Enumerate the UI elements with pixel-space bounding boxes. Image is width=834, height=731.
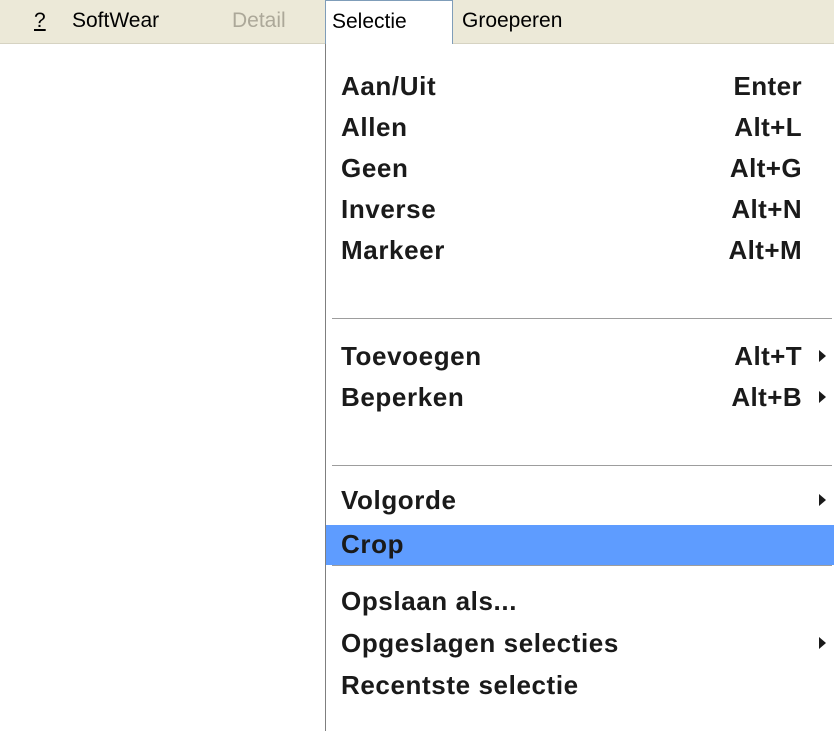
menu-item-shortcut: Alt+G xyxy=(729,153,802,183)
menu-softwear-label: SoftWear xyxy=(72,9,160,32)
menu-item-label: Volgorde xyxy=(341,485,457,515)
menu-item-beperken[interactable]: Beperken Alt+B xyxy=(326,378,834,416)
submenu-arrow-icon xyxy=(819,637,826,649)
menu-detail-label: Detail xyxy=(232,9,286,32)
menu-item-shortcut: Alt+N xyxy=(731,194,802,224)
menu-item-shortcut: Alt+M xyxy=(728,235,802,265)
menu-item-label: Allen xyxy=(341,112,408,142)
menu-item-label: Aan/Uit xyxy=(341,71,437,101)
menu-item-label: Toevoegen xyxy=(341,341,482,371)
menu-item-allen[interactable]: Allen Alt+L xyxy=(326,108,834,146)
menu-item-recentste-selectie[interactable]: Recentste selectie xyxy=(326,666,834,704)
menu-item-label: Crop xyxy=(341,529,405,559)
menu-item-opgeslagen-selecties[interactable]: Opgeslagen selecties xyxy=(326,624,834,662)
menu-softwear[interactable]: SoftWear xyxy=(72,0,159,44)
menu-detail[interactable]: Detail xyxy=(232,0,286,44)
submenu-arrow-icon xyxy=(819,350,826,362)
menu-item-aan-uit[interactable]: Aan/Uit Enter xyxy=(326,67,834,105)
menu-groeperen[interactable]: Groeperen xyxy=(462,0,562,44)
menu-item-label: Inverse xyxy=(341,194,437,224)
menu-separator xyxy=(332,318,832,320)
menu-separator xyxy=(332,565,832,567)
menu-item-volgorde[interactable]: Volgorde xyxy=(326,481,834,519)
menu-item-shortcut: Alt+B xyxy=(731,382,802,412)
menu-item-markeer[interactable]: Markeer Alt+M xyxy=(326,231,834,269)
menu-item-shortcut: Enter xyxy=(733,71,802,101)
menu-help[interactable]: ? xyxy=(34,0,46,44)
menu-item-shortcut: Alt+T xyxy=(734,341,802,371)
menu-item-label: Opgeslagen selecties xyxy=(341,628,619,658)
menu-bar: ? SoftWear Detail Selectie Groeperen xyxy=(0,0,834,44)
menu-help-label: ? xyxy=(34,9,46,32)
menu-item-crop[interactable]: Crop xyxy=(326,525,834,565)
menu-item-shortcut: Alt+L xyxy=(734,112,802,142)
application-window: ? SoftWear Detail Selectie Groeperen Aan… xyxy=(0,0,834,731)
menu-groeperen-label: Groeperen xyxy=(462,9,563,32)
menu-item-label: Markeer xyxy=(341,235,445,265)
menu-item-opslaan-als[interactable]: Opslaan als... xyxy=(326,582,834,620)
submenu-arrow-icon xyxy=(819,494,826,506)
menu-item-label: Opslaan als... xyxy=(341,586,518,616)
selectie-dropdown-menu: Aan/Uit Enter Allen Alt+L Geen Alt+G Inv… xyxy=(325,44,834,731)
menu-item-toevoegen[interactable]: Toevoegen Alt+T xyxy=(326,337,834,375)
menu-selectie-label: Selectie xyxy=(332,10,407,33)
submenu-arrow-icon xyxy=(819,391,826,403)
menu-item-label: Beperken xyxy=(341,382,465,412)
menu-selectie[interactable]: Selectie xyxy=(325,0,453,44)
menu-item-geen[interactable]: Geen Alt+G xyxy=(326,149,834,187)
menu-item-inverse[interactable]: Inverse Alt+N xyxy=(326,190,834,228)
menu-item-label: Geen xyxy=(341,153,409,183)
menu-separator xyxy=(332,465,832,467)
menu-item-label: Recentste selectie xyxy=(341,670,579,700)
